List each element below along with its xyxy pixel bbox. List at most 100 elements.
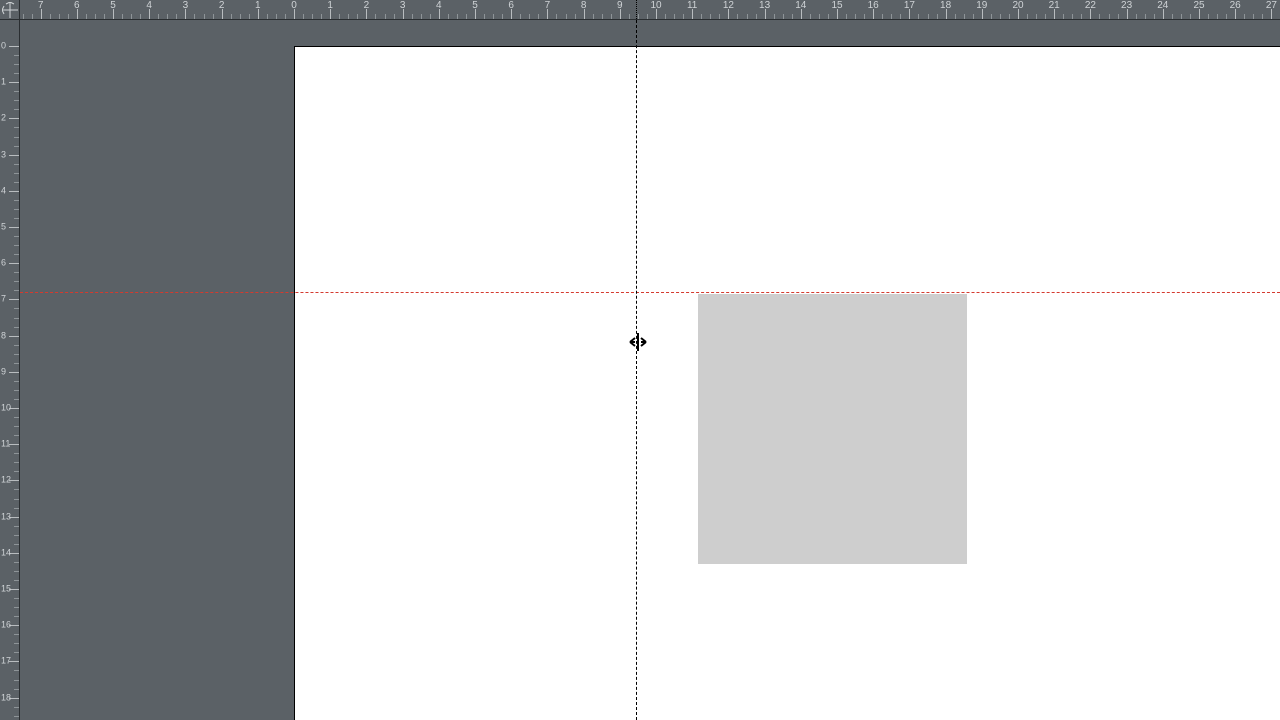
ruler-tick-minor xyxy=(756,14,757,19)
canvas-rectangle[interactable] xyxy=(698,294,967,564)
ruler-tick-minor xyxy=(14,607,19,608)
ruler-tick-minor xyxy=(14,164,19,165)
ruler-tick-minor xyxy=(937,14,938,19)
ruler-tick-minor xyxy=(14,670,19,671)
ruler-tick-minor xyxy=(783,14,784,19)
ruler-tick-minor xyxy=(430,14,431,19)
ruler-number: 7 xyxy=(545,0,551,11)
vertical-guide[interactable] xyxy=(636,20,637,720)
ruler-tick-minor xyxy=(14,399,19,400)
ruler-tick-minor xyxy=(14,616,19,617)
ruler-origin-corner[interactable] xyxy=(0,0,20,20)
ruler-tick-minor xyxy=(1145,14,1146,19)
ruler-number: 11 xyxy=(687,0,697,11)
ruler-tick-minor xyxy=(14,236,19,237)
ruler-number: 13 xyxy=(1,512,11,521)
ruler-tick-minor xyxy=(348,14,349,19)
ruler-number: 3 xyxy=(400,0,406,11)
ruler-tick-minor xyxy=(14,109,19,110)
ruler-tick-minor xyxy=(14,272,19,273)
ruler-tick-minor xyxy=(1072,14,1073,19)
ruler-tick-minor xyxy=(1262,14,1263,19)
ruler-number: 10 xyxy=(650,0,661,11)
ruler-tick-minor xyxy=(1190,14,1191,19)
ruler-tick-minor xyxy=(14,318,19,319)
ruler-tick-minor xyxy=(14,73,19,74)
ruler-tick-minor xyxy=(973,14,974,19)
ruler-tick-minor xyxy=(719,14,720,19)
ruler-tick-minor xyxy=(1099,14,1100,19)
ruler-tick-minor xyxy=(14,245,19,246)
ruler-tick-minor xyxy=(14,598,19,599)
ruler-number: 7 xyxy=(1,295,6,304)
ruler-tick-minor xyxy=(14,580,19,581)
ruler-tick-minor xyxy=(792,14,793,19)
ruler-tick-minor xyxy=(86,14,87,19)
ruler-tick-minor xyxy=(14,345,19,346)
ruler-tick-minor xyxy=(14,64,19,65)
horizontal-ruler[interactable]: 8765432101234567891011121314151617181920… xyxy=(20,0,1280,20)
ruler-tick-minor xyxy=(701,14,702,19)
ruler-number: 17 xyxy=(1,657,11,666)
ruler-tick-minor xyxy=(1063,14,1064,19)
ruler-tick-minor xyxy=(357,14,358,19)
ruler-tick-minor xyxy=(14,100,19,101)
ruler-cursor-marker xyxy=(636,0,637,19)
ruler-tick-minor xyxy=(312,14,313,19)
ruler-tick-minor xyxy=(864,14,865,19)
ruler-tick-minor xyxy=(131,14,132,19)
ruler-tick-minor xyxy=(602,14,603,19)
ruler-tick-minor xyxy=(50,14,51,19)
ruler-tick-minor xyxy=(231,14,232,19)
ruler-number: 0 xyxy=(1,42,6,51)
ruler-tick-minor xyxy=(900,14,901,19)
ruler-number: 26 xyxy=(1230,0,1241,11)
ruler-tick-minor xyxy=(647,14,648,19)
ruler-tick-major xyxy=(9,444,19,445)
ruler-tick-minor xyxy=(882,14,883,19)
ruler-tick-minor xyxy=(14,281,19,282)
ruler-tick-minor xyxy=(457,14,458,19)
ruler-number: 13 xyxy=(759,0,770,11)
ruler-tick-minor xyxy=(14,453,19,454)
ruler-number: 3 xyxy=(183,0,189,11)
ruler-tick-minor xyxy=(819,14,820,19)
ruler-tick-minor xyxy=(14,508,19,509)
ruler-number: 4 xyxy=(1,186,6,195)
vertical-ruler[interactable]: 012345678910111213141516171819 xyxy=(0,20,20,720)
ruler-number: 18 xyxy=(1,693,11,702)
ruler-tick-minor xyxy=(14,254,19,255)
ruler-number: 9 xyxy=(1,367,6,376)
ruler-tick-minor xyxy=(955,14,956,19)
ruler-tick-minor xyxy=(14,363,19,364)
ruler-tick-minor xyxy=(14,489,19,490)
ruler-tick-minor xyxy=(493,14,494,19)
ruler-tick-major xyxy=(9,263,19,264)
ruler-number: 1 xyxy=(1,78,6,87)
ruler-tick-minor xyxy=(14,716,19,717)
ruler-tick-minor xyxy=(629,14,630,19)
ruler-number: 24 xyxy=(1157,0,1168,11)
ruler-tick-minor xyxy=(213,14,214,19)
ruler-number: 1 xyxy=(327,0,333,11)
ruler-tick-major xyxy=(9,227,19,228)
ruler-tick-minor xyxy=(1208,14,1209,19)
ruler-tick-minor xyxy=(14,381,19,382)
ruler-tick-minor xyxy=(538,14,539,19)
ruler-number: 6 xyxy=(1,259,6,268)
ruler-number: 25 xyxy=(1193,0,1204,11)
ruler-number: 23 xyxy=(1121,0,1132,11)
ruler-tick-minor xyxy=(747,14,748,19)
ruler-tick-minor xyxy=(774,14,775,19)
ruler-tick-minor xyxy=(575,14,576,19)
ruler-tick-minor xyxy=(520,14,521,19)
ruler-number: 16 xyxy=(1,621,11,630)
ruler-tick-major xyxy=(9,155,19,156)
ruler-tick-minor xyxy=(104,14,105,19)
ruler-tick-minor xyxy=(167,14,168,19)
ruler-tick-minor xyxy=(1118,14,1119,19)
ruler-number: 21 xyxy=(1049,0,1060,11)
canvas-viewport[interactable] xyxy=(20,20,1280,720)
ruler-tick-minor xyxy=(14,182,19,183)
ruler-tick-minor xyxy=(14,526,19,527)
